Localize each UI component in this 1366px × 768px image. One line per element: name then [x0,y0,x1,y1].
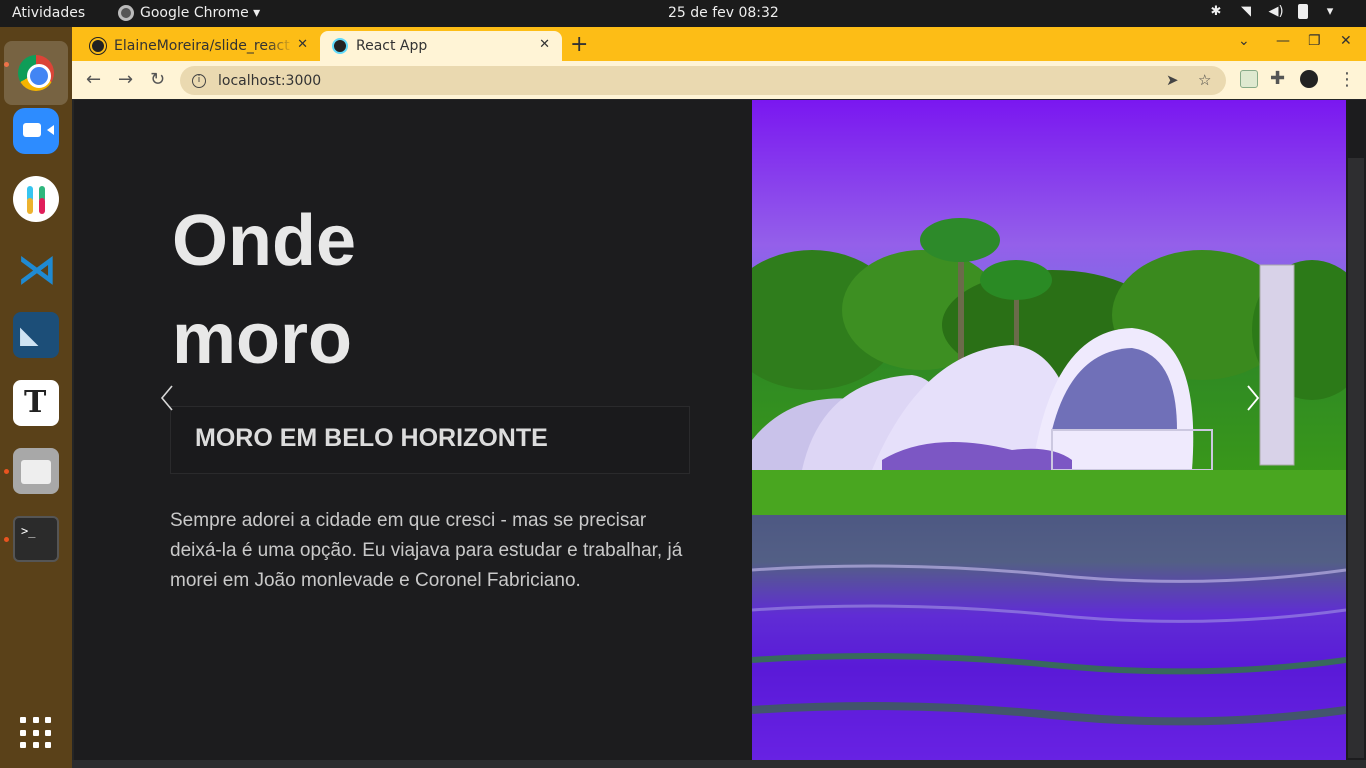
tab-strip: ElaineMoreira/slide_react ✕ React App ✕ … [72,27,1366,61]
new-tab-button[interactable]: + [570,32,588,57]
chrome-icon [18,55,54,91]
tab-react-app[interactable]: React App ✕ [320,31,562,61]
close-tab-icon[interactable]: ✕ [539,37,550,52]
dock-slack[interactable] [13,176,59,222]
maximize-icon[interactable]: ❐ [1308,33,1321,49]
profile-avatar[interactable] [1300,70,1318,88]
terminal-icon: >_ [21,524,36,538]
tab-title: ElaineMoreira/slide_react [114,38,290,54]
chrome-menu-icon[interactable]: ⋮ [1338,69,1356,90]
show-applications-button[interactable] [20,717,52,749]
slide-description: Sempre adorei a cidade em que cresci - m… [170,510,683,591]
system-tray[interactable]: ✱ ◥ ◀) ▾ [1208,4,1338,19]
running-indicator [4,469,9,474]
extensions-puzzle-icon[interactable]: ✚ [1270,68,1285,89]
network-share-icon: ✱ [1210,4,1222,19]
slide-text-panel: Onde moro MORO EM BELO HORIZONTE Sempre … [74,100,752,760]
next-slide-arrow-icon[interactable] [1246,384,1260,412]
dock: ⋊ ◣ T >_ [0,27,72,768]
running-indicator [4,537,9,542]
minimize-icon[interactable]: — [1276,33,1290,49]
forward-icon[interactable]: → [118,69,133,90]
bookmark-star-icon[interactable]: ☆ [1198,71,1211,89]
slide-photo-pampulha-church [752,100,1346,760]
dock-zoom[interactable] [13,108,59,154]
previous-slide-arrow-icon[interactable] [160,384,174,412]
dock-text-editor[interactable]: T [13,380,59,426]
slide-caption: MORO EM BELO HORIZONTE [170,406,690,474]
send-icon[interactable]: ➤ [1166,71,1179,89]
tab-title: React App [356,38,428,54]
chrome-small-icon [118,5,134,21]
horizontal-scroll-track [72,760,1366,768]
back-icon[interactable]: ← [86,69,101,90]
github-icon [90,38,106,54]
react-icon [332,38,348,54]
slide-heading: Onde moro [172,192,472,388]
wifi-icon: ◥ [1241,4,1251,19]
heading-line-1: Onde [172,201,357,281]
close-window-icon[interactable]: ✕ [1340,33,1352,49]
browser-toolbar: ← → ↻ i localhost:3000 ➤ ☆ ✚ ⋮ [72,61,1366,99]
dock-vscode[interactable]: ⋊ [13,244,59,293]
mysql-dolphin-icon: ◣ [20,321,39,349]
dock-files[interactable] [13,448,59,494]
app-menu[interactable]: Google Chrome ▾ [118,5,260,21]
dock-terminal[interactable]: >_ [13,516,59,562]
url-text[interactable]: localhost:3000 [218,73,321,89]
close-tab-icon[interactable]: ✕ [297,37,308,52]
clock[interactable]: 25 de fev 08:32 [668,5,779,21]
tab-github[interactable]: ElaineMoreira/slide_react ✕ [78,31,320,61]
battery-icon [1298,4,1308,19]
chrome-window: ElaineMoreira/slide_react ✕ React App ✕ … [72,27,1366,768]
scrollbar-thumb[interactable] [1348,158,1364,758]
reload-icon[interactable]: ↻ [150,69,165,90]
vscode-icon: ⋊ [17,247,57,293]
page-content: Onde moro MORO EM BELO HORIZONTE Sempre … [74,100,1366,760]
activities-button[interactable]: Atividades [12,5,85,21]
dock-mysql-workbench[interactable]: ◣ [13,312,59,358]
site-info-icon[interactable]: i [192,73,206,88]
address-bar[interactable]: i localhost:3000 ➤ ☆ [180,66,1226,95]
volume-icon: ◀) [1268,4,1284,19]
tab-search-icon[interactable]: ⌄ [1238,33,1250,49]
page-scrollbar[interactable] [1346,100,1366,760]
power-menu-icon: ▾ [1326,4,1334,19]
extension-sheets-icon[interactable] [1240,70,1258,88]
heading-line-2: moro [172,299,352,379]
text-editor-icon: T [24,385,47,420]
app-menu-label: Google Chrome ▾ [140,5,261,21]
system-top-bar: Atividades Google Chrome ▾ 25 de fev 08:… [0,0,1366,27]
dock-chrome[interactable] [4,41,68,105]
